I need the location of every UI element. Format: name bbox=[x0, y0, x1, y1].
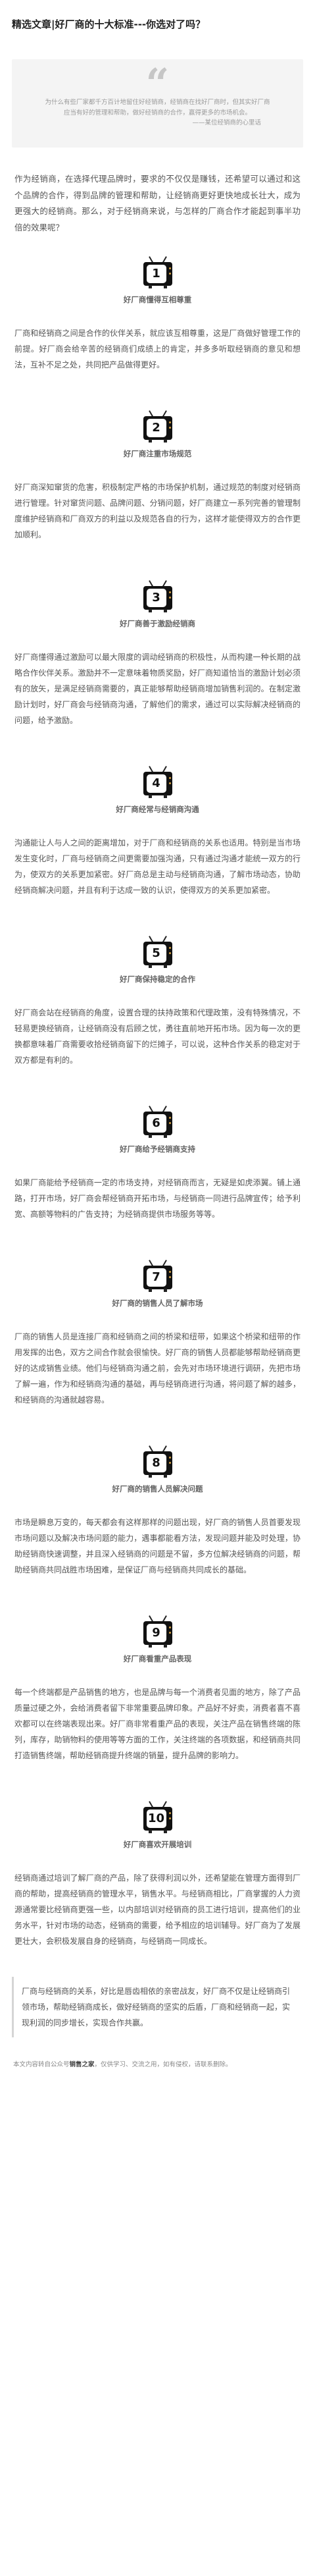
section-title: 好厂商善于激励经销商 bbox=[120, 619, 195, 628]
tv-number-icon: 10 bbox=[143, 1800, 172, 1833]
tv-number-icon: 8 bbox=[143, 1445, 172, 1478]
tv-number-icon: 3 bbox=[143, 579, 172, 612]
section-title: 好厂商的销售人员了解市场 bbox=[112, 1299, 203, 1308]
section-number: 3 bbox=[146, 589, 166, 607]
section-6: 6 好厂商给予经销商支持如果厂商能给予经销商一定的市场支持，对经销商而言，无疑是如… bbox=[12, 1105, 303, 1222]
section-number: 1 bbox=[146, 265, 166, 283]
section-body: 厂商和经销商之间是合作的伙伴关系，就应该互相尊重，这是厂商做好管理工作的前提。好… bbox=[14, 329, 301, 369]
section-title: 好厂商喜欢开展培训 bbox=[123, 1840, 192, 1849]
footer-note: 本文内容转自公众号销售之家，仅供学习、交流之用，如有侵权，请联系删除。 bbox=[12, 2060, 303, 2070]
tv-number-icon: 1 bbox=[143, 255, 172, 288]
section-1: 1 好厂商懂得互相尊重厂商和经销商之间是合作的伙伴关系，就应该互相尊重，这是厂商做… bbox=[12, 255, 303, 373]
section-body: 厂商的销售人员是连接厂商和经销商之间的桥梁和纽带，如果这个桥梁和纽带的作用发挥的… bbox=[14, 1332, 301, 1405]
section-title: 好厂商经常与经销商沟通 bbox=[116, 805, 199, 814]
section-number: 7 bbox=[146, 1268, 166, 1287]
section-body: 市场是瞬息万变的，每天都会有这样那样的问题出现，好厂商的销售人员首要发现市场问题… bbox=[14, 1518, 301, 1574]
footer-prefix: 本文内容转自公众号 bbox=[13, 2061, 70, 2068]
tv-wrap: 8 bbox=[12, 1445, 303, 1478]
sections: 1 好厂商懂得互相尊重厂商和经销商之间是合作的伙伴关系，就应该互相尊重，这是厂商做… bbox=[12, 255, 303, 1949]
intro-paragraph: 作为经销商，在选择代理品牌时，要求的不仅仅是赚钱，还希望可以通过和这个品牌的合作… bbox=[14, 174, 301, 232]
tv-wrap: 6 bbox=[12, 1105, 303, 1138]
section-2: 2 好厂商注重市场规范好厂商深知窜货的危害，积极制定严格的市场保护机制，通过规范的… bbox=[12, 410, 303, 543]
tv-number-icon: 5 bbox=[143, 935, 172, 968]
section-body: 沟通能让人与人之间的距离增加，对于厂商和经销商的关系也适用。特别是当市场发生变化… bbox=[14, 838, 301, 895]
footer-suffix: ，仅供学习、交流之用，如有侵权，请联系删除。 bbox=[94, 2061, 232, 2068]
section-title: 好厂商看重产品表现 bbox=[123, 1654, 192, 1663]
footer-source: 销售之家 bbox=[69, 2061, 95, 2068]
section-number: 4 bbox=[146, 774, 166, 793]
section-4: 4 好厂商经常与经销商沟通沟通能让人与人之间的距离增加，对于厂商和经销商的关系也适… bbox=[12, 765, 303, 898]
section-number: 5 bbox=[146, 944, 166, 963]
section-body: 经销商通过培训了解厂商的产品，除了获得利润以外，还希望能在管理方面得到厂商的帮助… bbox=[14, 1873, 301, 1946]
section-body: 每一个终端都是产品销售的地方，也是品牌与每一个消费者见面的地方，除了产品质量过硬… bbox=[14, 1688, 301, 1760]
section-number: 10 bbox=[146, 1810, 166, 1828]
section-number: 8 bbox=[146, 1454, 166, 1472]
section-5: 5 好厂商保持稳定的合作好厂商会站在经销商的角度，设置合理的扶持政策和代理政策，没… bbox=[12, 935, 303, 1068]
summary-quote: 厂商与经销商的关系，好比是唇齿相依的亲密战友，好厂商不仅是让经销商引领市场，帮助… bbox=[12, 1977, 303, 2037]
article: 精选文章|好厂商的十大标准---你选对了吗？ “ 为什么有些厂家都千方百计地留住… bbox=[0, 0, 315, 2070]
tv-wrap: 10 bbox=[12, 1800, 303, 1833]
tv-number-icon: 9 bbox=[143, 1615, 172, 1648]
tv-number-icon: 4 bbox=[143, 765, 172, 798]
section-7: 7 好厂商的销售人员了解市场厂商的销售人员是连接厂商和经销商之间的桥梁和纽带，如果… bbox=[12, 1259, 303, 1408]
tv-wrap: 9 bbox=[12, 1615, 303, 1648]
section-body: 如果厂商能给予经销商一定的市场支持，对经销商而言，无疑是如虎添翼。铺上通路，打开… bbox=[14, 1178, 301, 1219]
section-9: 9 好厂商看重产品表现每一个终端都是产品销售的地方，也是品牌与每一个消费者见面的地… bbox=[12, 1615, 303, 1763]
section-body: 好厂商深知窜货的危害，积极制定严格的市场保护机制，通过规范的制度对经销商进行管理… bbox=[14, 483, 301, 539]
section-number: 6 bbox=[146, 1114, 166, 1133]
tv-wrap: 3 bbox=[12, 579, 303, 612]
tv-wrap: 1 bbox=[12, 255, 303, 288]
section-number: 9 bbox=[146, 1624, 166, 1642]
section-title: 好厂商注重市场规范 bbox=[123, 449, 192, 458]
section-title: 好厂商的销售人员解决问题 bbox=[112, 1484, 203, 1493]
tv-wrap: 4 bbox=[12, 765, 303, 798]
section-3: 3 好厂商善于激励经销商好厂商懂得通过激励可以最大限度的调动经销商的积极性，从而构… bbox=[12, 579, 303, 728]
section-body: 好厂商懂得通过激励可以最大限度的调动经销商的积极性，从而构建一种长期的战略合作伙… bbox=[14, 653, 301, 725]
section-title: 好厂商给予经销商支持 bbox=[120, 1144, 195, 1154]
quote-mark-icon: “ bbox=[145, 59, 170, 107]
tv-number-icon: 2 bbox=[143, 410, 172, 443]
quote-box: “ 为什么有些厂家都千方百计地留住好经销商，经销商在找好厂商时，但其实好厂商应当… bbox=[12, 59, 303, 148]
tv-number-icon: 6 bbox=[143, 1105, 172, 1138]
section-number: 2 bbox=[146, 419, 166, 437]
quote-sign: ——某位经销商的心里话 bbox=[192, 119, 261, 126]
article-title: 精选文章|好厂商的十大标准---你选对了吗？ bbox=[12, 18, 206, 30]
section-title: 好厂商保持稳定的合作 bbox=[120, 975, 195, 984]
tv-wrap: 7 bbox=[12, 1259, 303, 1292]
section-title: 好厂商懂得互相尊重 bbox=[123, 295, 192, 304]
section-body: 好厂商会站在经销商的角度，设置合理的扶持政策和代理政策，没有特殊情况，不轻易更换… bbox=[14, 1008, 301, 1065]
tv-number-icon: 7 bbox=[143, 1259, 172, 1292]
tv-wrap: 5 bbox=[12, 935, 303, 968]
section-8: 8 好厂商的销售人员解决问题市场是瞬息万变的，每天都会有这样那样的问题出现，好厂商… bbox=[12, 1445, 303, 1578]
section-10: 10 好厂商喜欢开展培训经销商通过培训了解厂商的产品，除了获得利润以外，还希望能在… bbox=[12, 1800, 303, 1949]
tv-wrap: 2 bbox=[12, 410, 303, 443]
